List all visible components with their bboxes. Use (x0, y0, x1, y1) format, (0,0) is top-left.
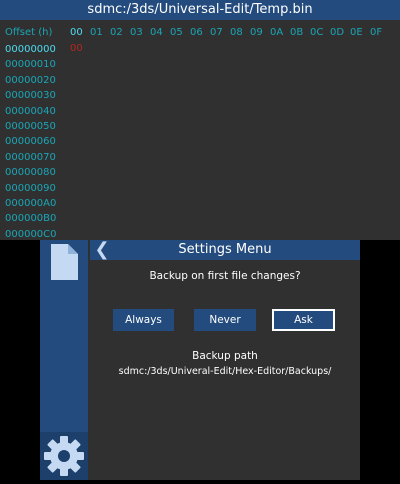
column-header: 0B (290, 27, 304, 38)
column-header: 03 (130, 27, 143, 38)
column-header: 05 (170, 27, 183, 38)
bottom-screen: Settings Menu ❮ Backup on first file cha… (40, 240, 360, 480)
column-header: 02 (110, 27, 123, 38)
hex-column-header: Offset (h) 00 01 02 03 04 05 06 07 08 09… (0, 26, 400, 40)
column-header: 08 (230, 27, 243, 38)
offset-row[interactable]: 00000030 (5, 88, 65, 103)
column-header: 00 (70, 27, 83, 38)
sidebar (40, 240, 88, 480)
offset-row[interactable]: 00000000 (5, 42, 65, 57)
offset-list: 00000000 00000010 00000020 00000030 0000… (5, 42, 65, 242)
settings-menu-title: Settings Menu (178, 242, 272, 257)
backup-question: Backup on first file changes? (149, 270, 301, 282)
offset-row[interactable]: 00000010 (5, 57, 65, 72)
offset-row[interactable]: 00000080 (5, 165, 65, 180)
column-header: 0D (330, 27, 345, 38)
ask-button[interactable]: Ask (272, 309, 335, 331)
column-header: 06 (190, 27, 203, 38)
column-header: 09 (250, 27, 263, 38)
offset-row[interactable]: 00000060 (5, 134, 65, 149)
column-header: 01 (90, 27, 103, 38)
offset-row[interactable]: 00000050 (5, 119, 65, 134)
top-screen: sdmc:/3ds/Universal-Edit/Temp.bin Offset… (0, 0, 400, 240)
column-header: 0E (350, 27, 363, 38)
column-header: 04 (150, 27, 163, 38)
settings-button[interactable] (40, 432, 88, 480)
column-header: 0C (310, 27, 324, 38)
hex-byte-cursor[interactable]: 00 (70, 42, 83, 56)
offset-row[interactable]: 00000040 (5, 104, 65, 119)
always-button[interactable]: Always (113, 309, 174, 331)
offset-row[interactable]: 00000090 (5, 181, 65, 196)
settings-header: Settings Menu ❮ (90, 240, 360, 260)
backup-path-value[interactable]: sdmc:/3ds/Univeral-Edit/Hex-Editor/Backu… (90, 364, 360, 380)
column-header: 0A (270, 27, 284, 38)
file-button[interactable] (40, 240, 88, 292)
never-button[interactable]: Never (194, 309, 256, 331)
gear-icon (44, 436, 84, 476)
offset-row[interactable]: 00000070 (5, 150, 65, 165)
chevron-left-icon[interactable]: ❮ (92, 240, 112, 260)
backup-path-label: Backup path (192, 350, 258, 362)
file-path-title: sdmc:/3ds/Universal-Edit/Temp.bin (0, 0, 400, 20)
offset-row[interactable]: 00000020 (5, 73, 65, 88)
column-header: 07 (210, 27, 223, 38)
offset-row[interactable]: 000000B0 (5, 211, 65, 226)
column-header: 0F (370, 27, 383, 38)
offset-header-label: Offset (h) (5, 27, 53, 38)
file-icon (51, 244, 78, 280)
offset-row[interactable]: 000000A0 (5, 196, 65, 211)
